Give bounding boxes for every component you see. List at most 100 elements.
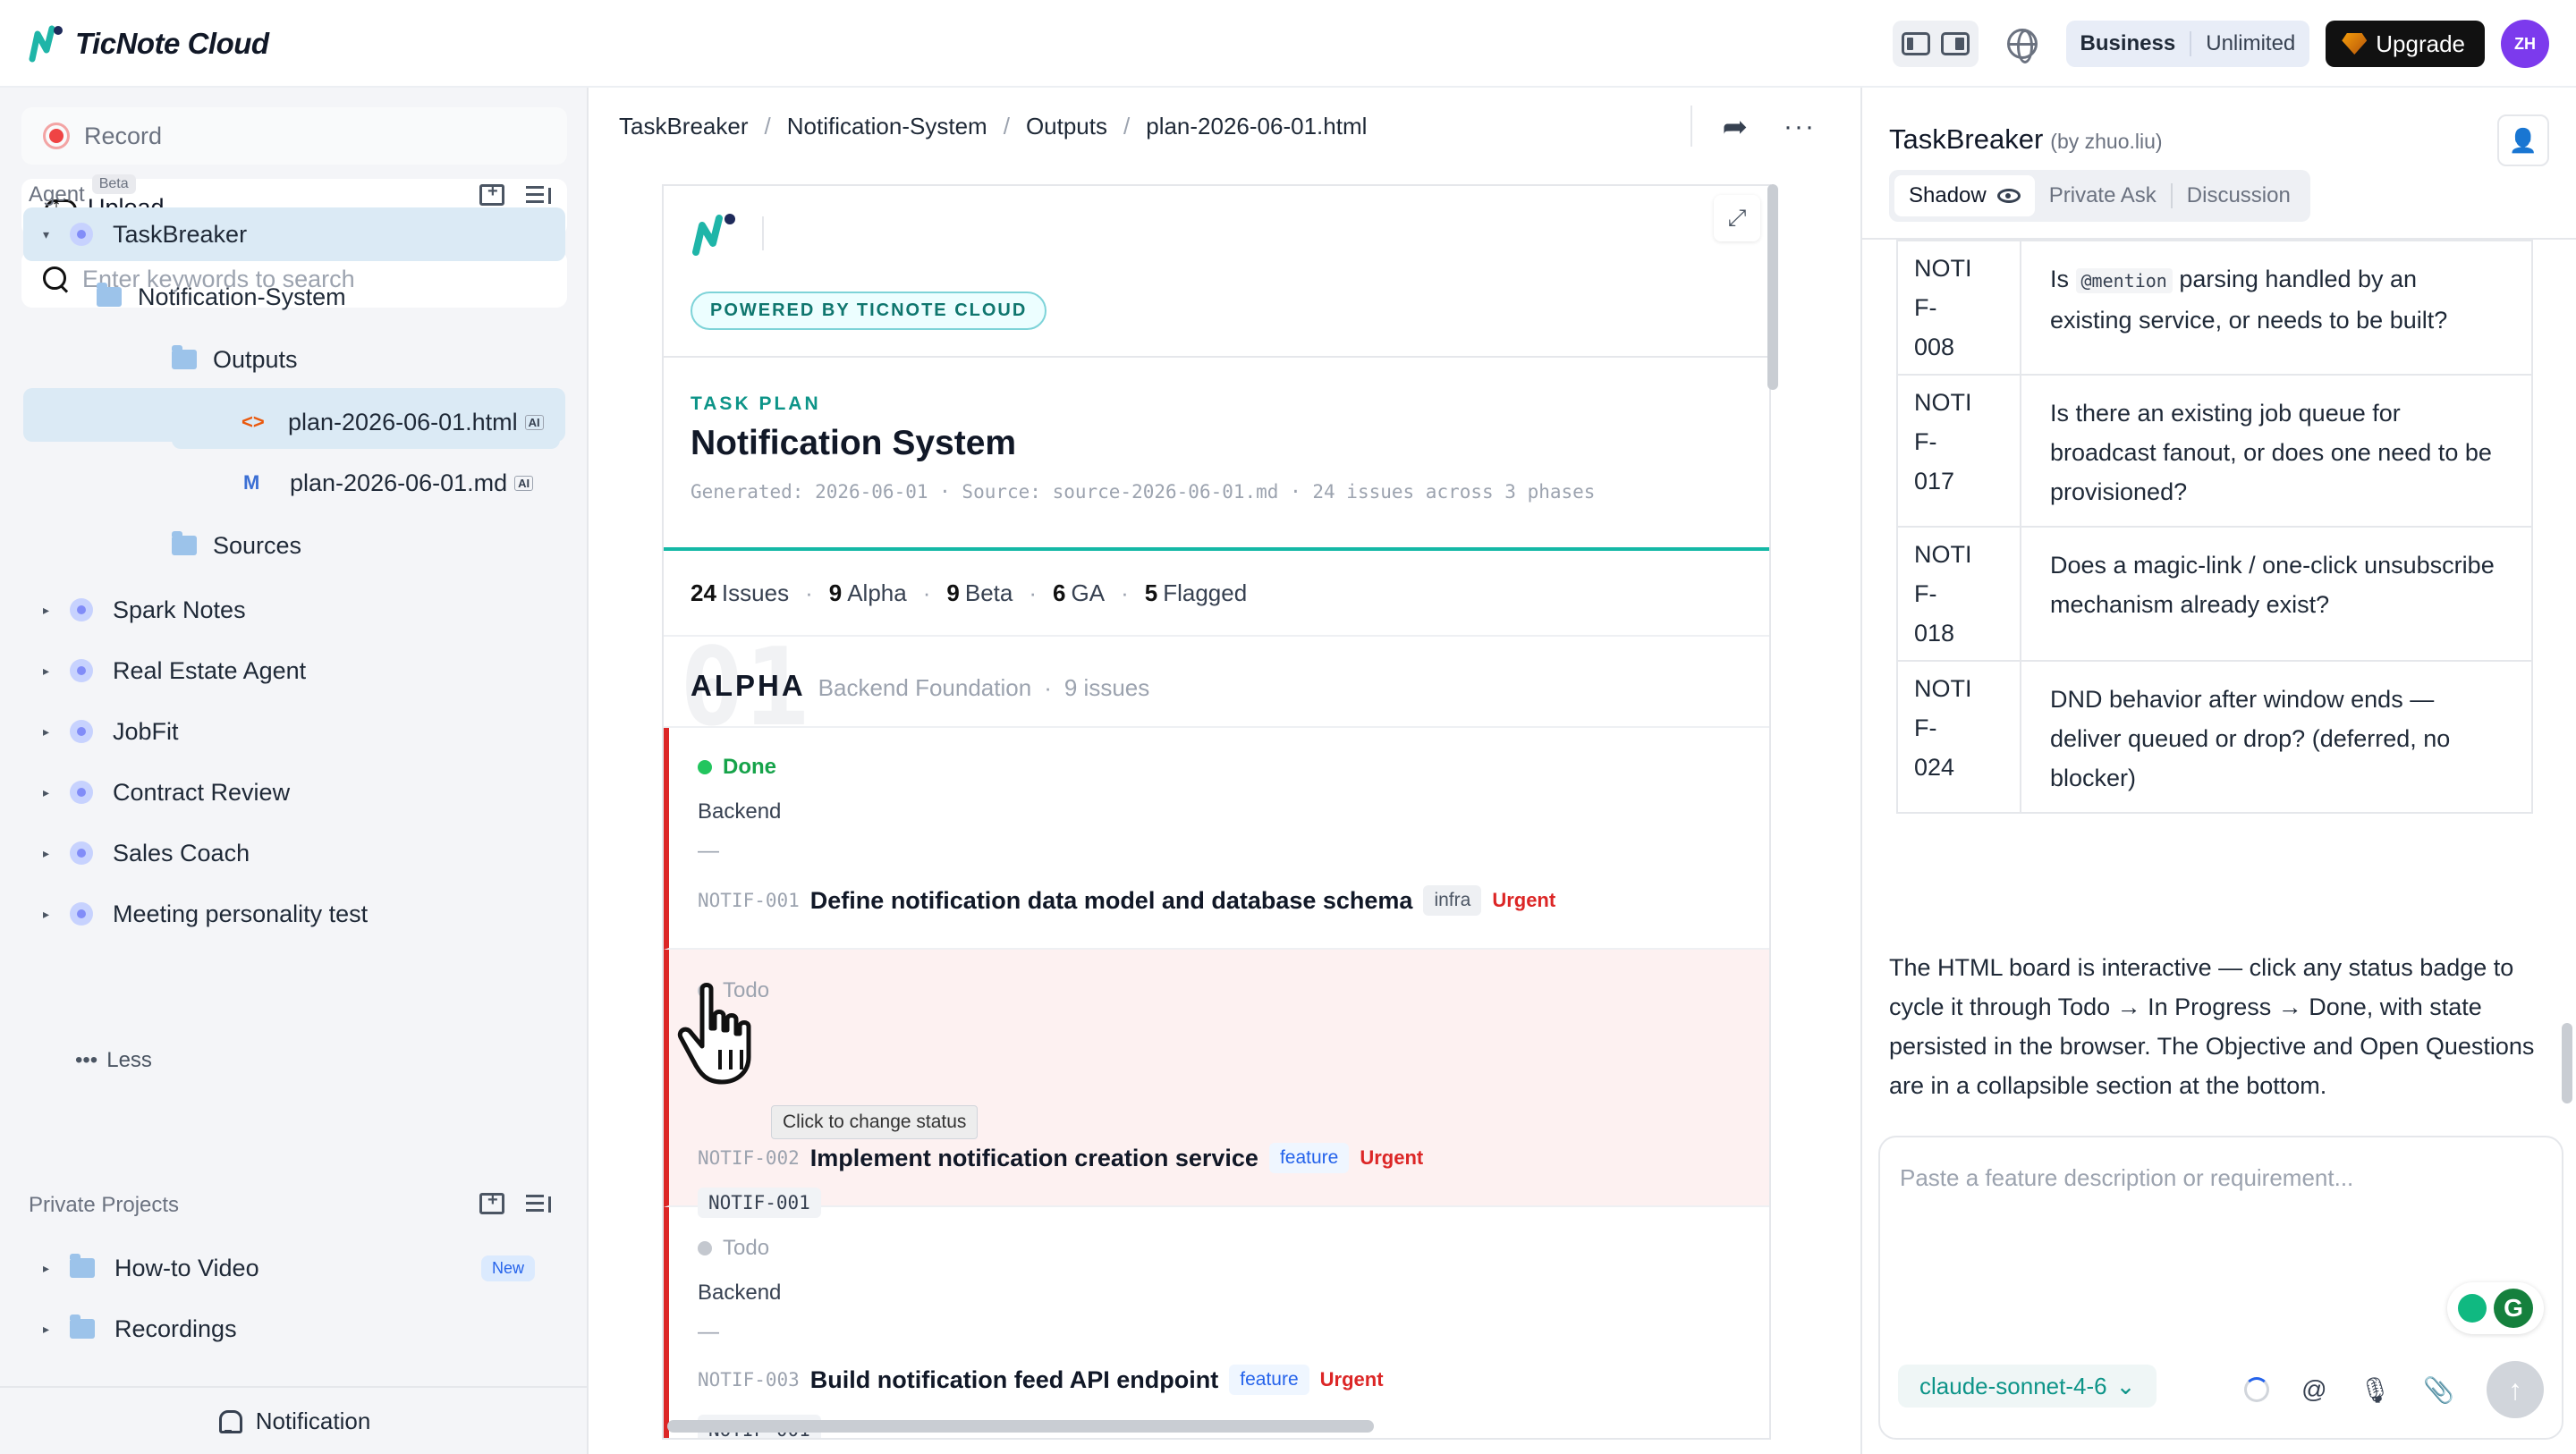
breadcrumb-current: plan-2026-06-01.html [1146, 113, 1368, 139]
expand-caret-icon[interactable]: ▸ [43, 724, 55, 740]
agent-title: TaskBreaker (by zhuo.liu) [1889, 123, 2163, 155]
agent-message: The HTML board is interactive — click an… [1889, 954, 2535, 1099]
upgrade-label: Upgrade [2376, 30, 2465, 57]
status-badge[interactable]: Done [698, 755, 776, 780]
sidebar-item-agent[interactable]: ▸ Real Estate Agent [43, 644, 306, 697]
breadcrumb-item[interactable]: Outputs [1026, 113, 1107, 140]
expand-caret-icon[interactable]: ▸ [43, 603, 55, 618]
doc-eyebrow: TASK PLAN [691, 393, 821, 414]
mention-icon[interactable]: @ [2301, 1375, 2326, 1404]
agent-icon [70, 720, 93, 743]
sidebar-item-label: Real Estate Agent [113, 656, 307, 684]
sidebar-item-project[interactable]: ▸ How-to Video New [43, 1241, 571, 1295]
sidebar-item-label: Recordings [114, 1315, 237, 1342]
right-panel-toggle-icon[interactable] [1940, 32, 1970, 55]
sidebar-item-sources[interactable]: Sources [172, 519, 301, 572]
share-icon[interactable]: ➦ [1723, 109, 1749, 145]
agent-owner: (by zhuo.liu) [2050, 130, 2163, 153]
sidebar-item-plan-html[interactable]: <> plan-2026-06-01.html AI [172, 395, 560, 449]
issue-key: NOTIF-002 [698, 1147, 800, 1169]
sidebar-item-label: JobFit [113, 717, 179, 745]
eye-icon [1996, 189, 2021, 203]
sidebar-item-agent[interactable]: ▸ Sales Coach [43, 826, 250, 880]
new-project-folder-icon[interactable] [479, 1190, 504, 1214]
agent-icon [70, 659, 93, 682]
left-panel-toggle-icon[interactable] [1901, 32, 1930, 55]
sidebar-item-outputs[interactable]: Outputs [172, 333, 298, 386]
expand-caret-icon[interactable]: ▾ [43, 227, 55, 242]
sidebar-item-taskbreaker-row[interactable]: ▾ TaskBreaker [23, 207, 565, 261]
video-folder-icon [70, 1254, 95, 1278]
phase-subtitle: Backend Foundation [818, 674, 1032, 701]
powered-by-badge: POWERED BY TICNOTE CLOUD [691, 292, 1047, 330]
model-selector[interactable]: claude-sonnet-4-6 ⌄ [1898, 1365, 2157, 1408]
horizontal-scrollbar[interactable] [667, 1420, 1374, 1433]
less-label: Less [106, 1048, 152, 1072]
ticnote-logo-icon [692, 214, 735, 256]
expand-caret-icon[interactable]: ▸ [43, 664, 55, 679]
issue-area: Backend [698, 1281, 782, 1305]
breadcrumb: TaskBreaker / Notification-System / Outp… [619, 113, 1368, 140]
sidebar-item-agent[interactable]: ▸ Contract Review [43, 765, 290, 819]
sort-projects-icon[interactable] [526, 1193, 551, 1214]
sidebar-item-project[interactable]: ▸ Recordings [43, 1302, 237, 1356]
status-badge[interactable]: Todo [698, 1236, 769, 1261]
record-button[interactable]: Record [21, 107, 567, 165]
sidebar-item-label: Meeting personality test [113, 900, 369, 927]
panel-tabs: Shadow Private Ask Discussion [1889, 170, 2310, 222]
agent-icon [70, 598, 93, 621]
panel-scrollbar[interactable] [2562, 1023, 2572, 1103]
agent-icon [70, 781, 93, 804]
grammar-assist-buttons[interactable]: G [2447, 1282, 2544, 1334]
app-logo[interactable]: TicNote Cloud [29, 23, 269, 64]
hand-cursor-icon [677, 983, 751, 1085]
folder-icon [70, 1315, 95, 1339]
user-avatar[interactable]: ZH [2501, 20, 2549, 68]
expand-caret-icon[interactable]: ▸ [43, 907, 55, 922]
send-button[interactable]: ↑ [2487, 1361, 2544, 1418]
tab-shadow[interactable]: Shadow [1894, 175, 2035, 216]
language-globe-icon[interactable] [2006, 29, 2038, 63]
grammarly-icon[interactable]: G [2494, 1289, 2533, 1328]
microphone-icon[interactable]: 🎙 [2360, 1375, 2392, 1405]
vertical-scrollbar[interactable] [1767, 184, 1778, 390]
expand-caret-icon[interactable]: ▸ [43, 785, 55, 800]
add-user-icon[interactable]: 👤 [2497, 114, 2549, 166]
sidebar-item-notification-system[interactable]: Notification-System [97, 270, 346, 324]
status-tooltip: Click to change status [771, 1105, 979, 1139]
sidebar-item-agent[interactable]: ▸ JobFit [43, 705, 179, 758]
status-dot [698, 760, 712, 774]
tab-discussion[interactable]: Discussion [2173, 175, 2305, 216]
breadcrumb-item[interactable]: Notification-System [787, 113, 987, 140]
sidebar-item-label: Notification-System [138, 283, 346, 310]
plan-quota: Unlimited [2206, 31, 2296, 55]
issue-title: Build notification feed API endpoint [809, 1365, 1219, 1393]
sidebar-item-agent[interactable]: ▸ Meeting personality test [43, 887, 368, 941]
new-agent-folder-icon[interactable] [479, 182, 504, 206]
expand-caret-icon[interactable]: ▸ [43, 1322, 55, 1337]
ai-generated-badge: AI [524, 414, 544, 430]
question-text: Is there an existing job queue for broad… [2020, 374, 2533, 528]
question-id: NOTI F- 024 [1896, 660, 2021, 814]
question-id: NOTI F- 008 [1896, 240, 2021, 376]
show-less-toggle[interactable]: ••• Less [75, 1048, 152, 1073]
sidebar-item-agent[interactable]: ▸ Spark Notes [43, 583, 246, 637]
doc-meta: Generated: 2026-06-01 · Source: source-2… [691, 481, 1596, 503]
sort-agents-icon[interactable] [526, 184, 551, 206]
sidebar-item-plan-md[interactable]: M plan-2026-06-01.md AI [243, 456, 534, 510]
assist-icon[interactable] [2458, 1294, 2487, 1323]
tab-private-ask[interactable]: Private Ask [2035, 175, 2171, 216]
expand-icon[interactable]: ⤢ [1714, 195, 1760, 241]
notification-button[interactable]: Notification [0, 1386, 587, 1454]
message-composer[interactable]: Paste a feature description or requireme… [1878, 1136, 2563, 1440]
upgrade-button[interactable]: Upgrade [2326, 21, 2485, 67]
expand-caret-icon[interactable]: ▸ [43, 846, 55, 861]
table-row: NOTI F- 018 Does a magic-link / one-click … [1896, 526, 2533, 662]
breadcrumb-item[interactable]: TaskBreaker [619, 113, 749, 140]
more-options-icon[interactable]: ··· [1784, 112, 1816, 142]
attachment-icon[interactable]: 📎 [2423, 1375, 2454, 1405]
plan-badge[interactable]: Business Unlimited [2065, 21, 2310, 67]
expand-caret-icon[interactable]: ▸ [43, 1261, 55, 1276]
question-id: NOTI F- 018 [1896, 526, 2021, 662]
sidebar-item-label: Sales Coach [113, 839, 250, 866]
